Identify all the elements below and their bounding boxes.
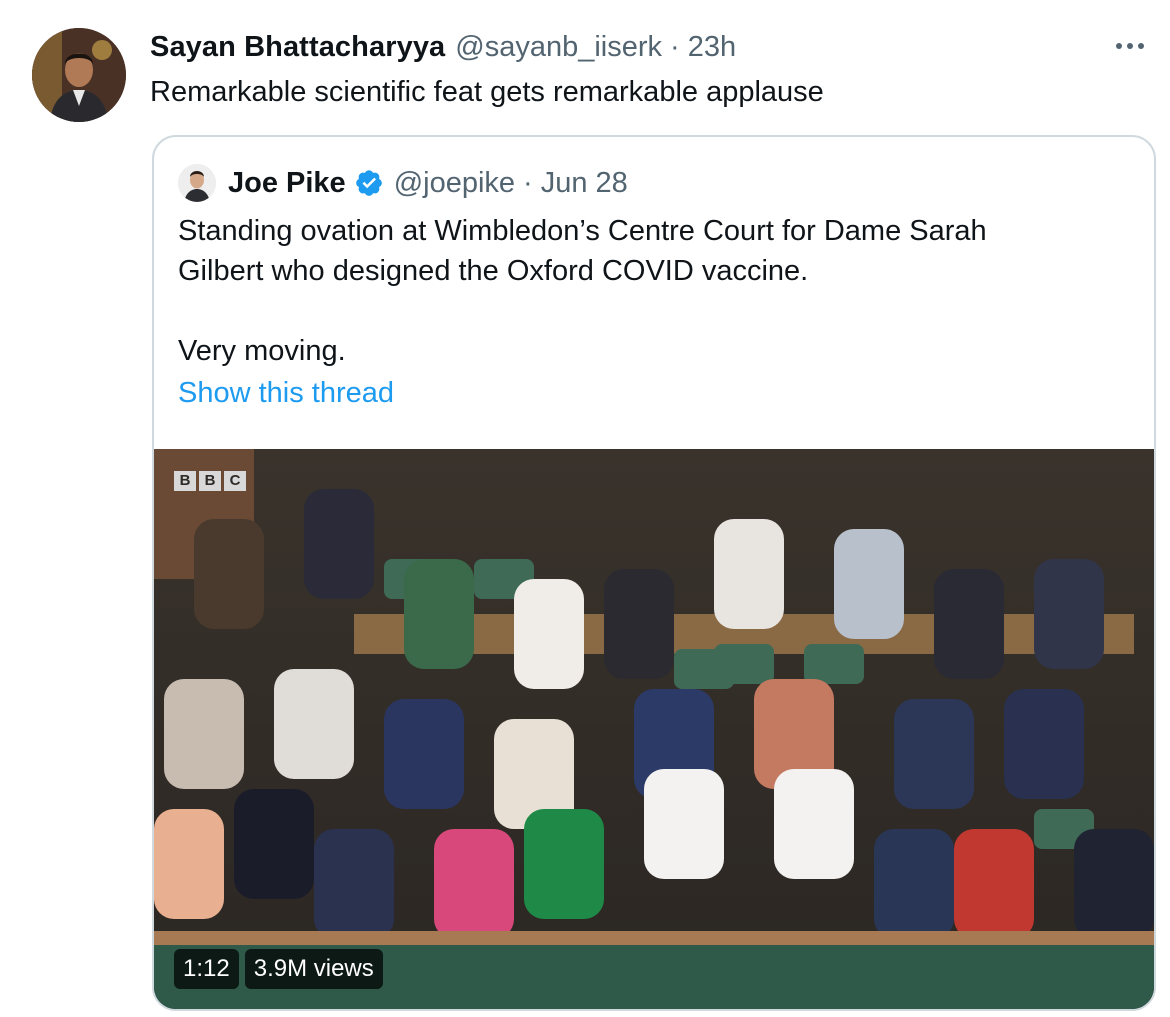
author-avatar[interactable] <box>32 28 126 122</box>
quoted-author-handle[interactable]: @joepike <box>394 167 515 200</box>
tweet-header: Sayan Bhattacharyya @sayanb_iiserk · 23h <box>150 30 736 64</box>
quoted-tweet[interactable]: Joe Pike @joepike · Jun 28 Standing ovat… <box>152 135 1156 1011</box>
video-frame <box>154 449 1154 1009</box>
bbc-logo-letter: B <box>174 471 196 491</box>
bbc-logo-letter: B <box>199 471 221 491</box>
video-badges: 1:12 3.9M views <box>174 949 383 989</box>
video-duration: 1:12 <box>174 949 239 989</box>
quoted-text-line: Standing ovation at Wimbledon’s Centre C… <box>178 215 987 247</box>
more-horizontal-icon[interactable] <box>1112 34 1148 58</box>
tweet-time[interactable]: 23h <box>688 31 736 64</box>
bbc-logo: B B C <box>174 471 246 491</box>
quoted-author-avatar <box>178 164 216 202</box>
quoted-tweet-header: Joe Pike @joepike · Jun 28 <box>178 163 628 203</box>
separator-dot: · <box>523 166 533 199</box>
tweet-text: Remarkable scientific feat gets remarkab… <box>150 76 824 108</box>
quoted-author-name[interactable]: Joe Pike <box>228 167 346 200</box>
quoted-text-line: Gilbert who designed the Oxford COVID va… <box>178 255 809 287</box>
verified-badge-icon <box>354 168 384 198</box>
author-name[interactable]: Sayan Bhattacharyya <box>150 31 445 64</box>
video-views: 3.9M views <box>244 949 383 989</box>
show-thread-link[interactable]: Show this thread <box>178 377 394 410</box>
quoted-text-line: Very moving. <box>178 335 346 367</box>
video-player[interactable]: B B C 1:12 3.9M views <box>154 449 1154 1009</box>
separator-dot: · <box>670 30 680 63</box>
quoted-tweet-text: Standing ovation at Wimbledon’s Centre C… <box>178 211 1128 371</box>
quoted-tweet-date[interactable]: Jun 28 <box>541 167 628 200</box>
tweet[interactable]: Sayan Bhattacharyya @sayanb_iiserk · 23h… <box>0 0 1170 1017</box>
bbc-logo-letter: C <box>224 471 246 491</box>
author-handle[interactable]: @sayanb_iiserk <box>455 31 662 64</box>
